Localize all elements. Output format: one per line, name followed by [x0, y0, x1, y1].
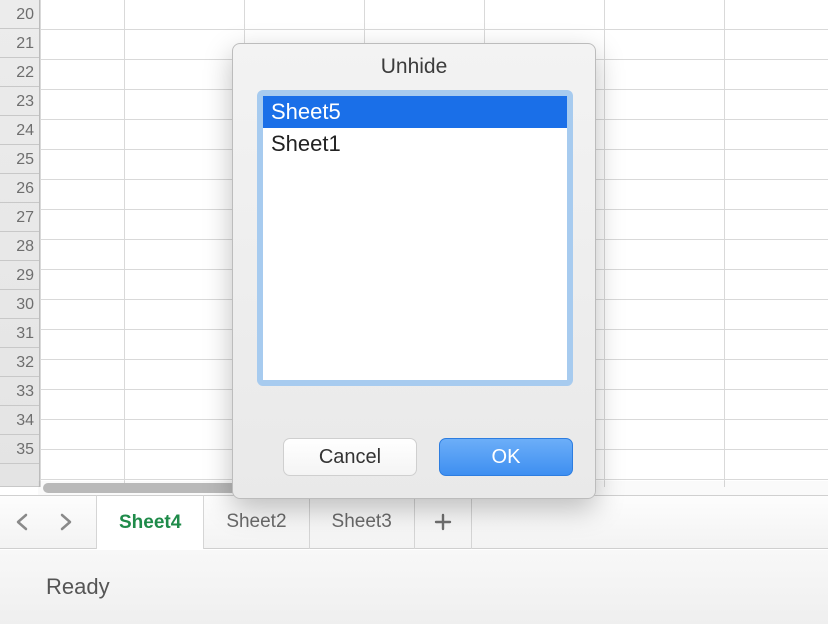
status-text: Ready [46, 574, 110, 600]
sheet-tab-active[interactable]: Sheet4 [96, 495, 204, 549]
row-header[interactable]: 28 [0, 232, 39, 261]
row-header[interactable]: 30 [0, 290, 39, 319]
row-header[interactable]: 20 [0, 0, 39, 29]
dialog-title: Unhide [233, 44, 595, 90]
unhide-listbox[interactable]: Sheet5Sheet1 [263, 96, 567, 380]
row-header-column: 20212223242526272829303132333435 [0, 0, 40, 487]
sheet-tab[interactable]: Sheet3 [310, 495, 415, 549]
row-header[interactable]: 34 [0, 406, 39, 435]
row-header[interactable]: 21 [0, 29, 39, 58]
ok-button-label: OK [492, 446, 521, 469]
sheet-tab[interactable]: Sheet2 [204, 495, 309, 549]
row-header[interactable]: 31 [0, 319, 39, 348]
row-header[interactable]: 33 [0, 377, 39, 406]
sheet-tab-label: Sheet2 [226, 511, 286, 533]
dialog-button-row: Cancel OK [283, 438, 573, 476]
row-header[interactable]: 25 [0, 145, 39, 174]
unhide-list-item[interactable]: Sheet1 [263, 128, 567, 160]
row-header[interactable] [0, 464, 39, 487]
sheet-tab-strip: Sheet4 Sheet2 Sheet3 [0, 495, 828, 549]
tab-nav-next[interactable] [44, 495, 88, 549]
row-header[interactable]: 29 [0, 261, 39, 290]
unhide-dialog: Unhide Sheet5Sheet1 Cancel OK [232, 43, 596, 499]
row-header[interactable]: 23 [0, 87, 39, 116]
unhide-listbox-frame: Sheet5Sheet1 [257, 90, 573, 386]
row-header[interactable]: 35 [0, 435, 39, 464]
row-header[interactable]: 22 [0, 58, 39, 87]
row-header[interactable]: 24 [0, 116, 39, 145]
cancel-button-label: Cancel [319, 446, 381, 469]
sheet-tab-label: Sheet3 [332, 511, 392, 533]
row-header[interactable]: 32 [0, 348, 39, 377]
unhide-list-item[interactable]: Sheet5 [263, 96, 567, 128]
tab-nav-prev[interactable] [0, 495, 44, 549]
add-sheet-button[interactable] [415, 495, 472, 549]
cancel-button[interactable]: Cancel [283, 438, 417, 476]
status-bar: Ready [0, 550, 828, 624]
row-header[interactable]: 27 [0, 203, 39, 232]
sheet-tab-label: Sheet4 [119, 512, 181, 534]
ok-button[interactable]: OK [439, 438, 573, 476]
row-header[interactable]: 26 [0, 174, 39, 203]
